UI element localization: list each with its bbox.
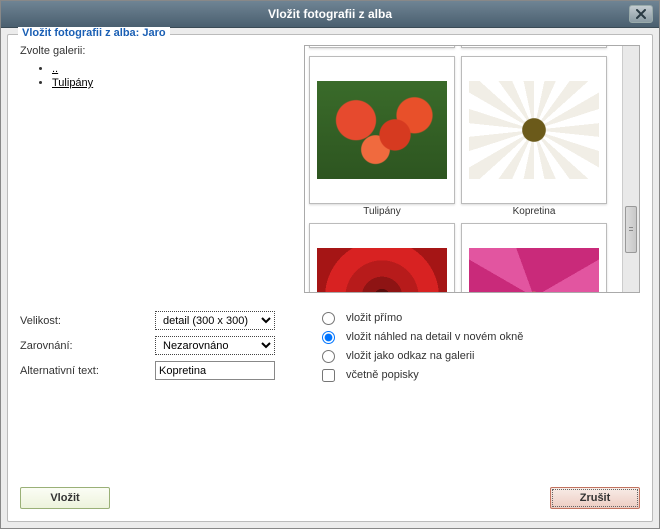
close-button[interactable] — [629, 5, 653, 23]
radio-insert-direct[interactable] — [322, 312, 335, 325]
opt-label: vložit přímo — [346, 312, 402, 324]
opt-label: vložit jako odkaz na galerii — [346, 350, 474, 362]
photo-lily — [469, 248, 599, 293]
thumbnail[interactable] — [461, 223, 607, 293]
tree-item-parent[interactable]: .. — [52, 63, 290, 75]
radio-insert-link[interactable] — [322, 350, 335, 363]
alt-label: Alternativní text: — [20, 365, 155, 377]
thumbnail[interactable] — [461, 45, 607, 50]
scrollbar[interactable] — [622, 46, 639, 292]
dialog-insert-photo: Vložit fotografii z alba Vložit fotograf… — [0, 0, 660, 529]
choose-gallery-label: Zvolte galerii: — [20, 45, 290, 57]
opt-label: včetně popisky — [346, 369, 419, 381]
thumbnail[interactable] — [309, 45, 455, 50]
size-label: Velikost: — [20, 315, 155, 327]
gallery-tree: .. Tulipány — [20, 63, 290, 89]
thumbnail-caption: Tulipány — [363, 206, 400, 217]
fieldset-legend: Vložit fotografii z alba: Jaro — [18, 27, 170, 39]
gallery-tree-panel: Zvolte galerii: .. Tulipány — [20, 45, 290, 293]
tree-link[interactable]: Tulipány — [52, 77, 93, 89]
thumbnail[interactable]: Tulipány — [309, 56, 455, 217]
checkbox-include-caption[interactable] — [322, 369, 335, 382]
insert-button[interactable]: Vložit — [20, 487, 110, 509]
size-select[interactable]: detail (300 x 300) — [155, 311, 275, 330]
thumbnail-pane: Tulipány Kopretina — [304, 45, 640, 293]
dialog-body: Vložit fotografii z alba: Jaro Zvolte ga… — [1, 28, 659, 528]
button-row: Vložit Zrušit — [20, 473, 640, 509]
titlebar[interactable]: Vložit fotografii z alba — [1, 1, 659, 28]
titlebar-title: Vložit fotografii z alba — [268, 7, 392, 21]
cancel-button[interactable]: Zrušit — [550, 487, 640, 509]
close-icon — [636, 9, 646, 19]
tree-link-parent[interactable]: .. — [52, 63, 58, 75]
scrollbar-thumb[interactable] — [625, 206, 637, 253]
radio-insert-thumb-newwin[interactable] — [322, 331, 335, 344]
fieldset: Vložit fotografii z alba: Jaro Zvolte ga… — [7, 34, 653, 522]
thumbnail-caption: Kopretina — [513, 206, 556, 217]
thumbnail[interactable]: Kopretina — [461, 56, 607, 217]
opt-label: vložit náhled na detail v novém okně — [346, 331, 523, 343]
photo-tulips — [317, 81, 447, 179]
form-column: Velikost: detail (300 x 300) Zarovnání: … — [20, 311, 310, 387]
align-label: Zarovnání: — [20, 340, 155, 352]
insert-options: vložit přímo vložit náhled na detail v n… — [320, 311, 640, 387]
alt-text-input[interactable] — [155, 361, 275, 380]
tree-item[interactable]: Tulipány — [52, 77, 290, 89]
photo-rose — [317, 248, 447, 293]
align-select[interactable]: Nezarovnáno — [155, 336, 275, 355]
photo-daisy — [469, 81, 599, 179]
thumbnail[interactable] — [309, 223, 455, 293]
